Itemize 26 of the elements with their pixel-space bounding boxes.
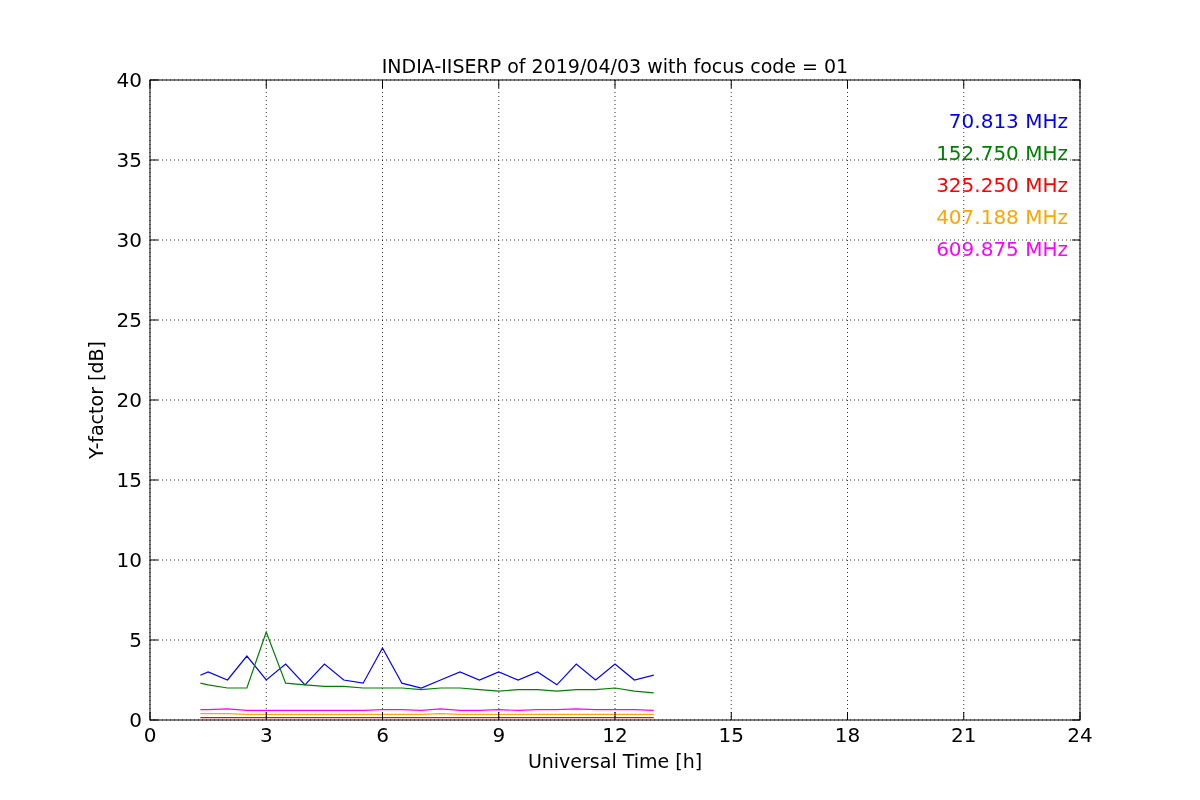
- tick-label: 24: [1067, 723, 1093, 747]
- legend-label: 407.188 MHz: [936, 205, 1068, 229]
- tick-label: 9: [492, 723, 506, 747]
- tick-label: 12: [602, 723, 628, 747]
- tick-label: 21: [951, 723, 977, 747]
- tick-label: 35: [116, 148, 142, 172]
- tick-label: 0: [129, 708, 142, 732]
- tick-label: 25: [116, 308, 142, 332]
- axis-title: Y-factor [dB]: [85, 341, 107, 459]
- tick-label: 15: [116, 468, 142, 492]
- tick-label: 3: [259, 723, 273, 747]
- tick-label: 40: [116, 68, 142, 92]
- tick-label: 18: [834, 723, 861, 747]
- tick-label: 6: [376, 723, 389, 747]
- legend-label: 152.750 MHz: [936, 141, 1068, 165]
- tick-label: 30: [116, 228, 142, 252]
- chart-title: INDIA-IISERP of 2019/04/03 with focus code = 01: [381, 55, 849, 77]
- legend-label: 70.813 MHz: [948, 109, 1068, 133]
- legend-label: 325.250 MHz: [936, 173, 1068, 197]
- tick-label: 20: [116, 388, 142, 412]
- legend-label: 609.875 MHz: [936, 237, 1068, 261]
- tick-label: 15: [718, 723, 744, 747]
- axis-title: Universal Time [h]: [527, 750, 703, 772]
- tick-label: 0: [143, 723, 157, 747]
- tick-label: 10: [116, 548, 142, 572]
- tick-label: 5: [129, 628, 142, 652]
